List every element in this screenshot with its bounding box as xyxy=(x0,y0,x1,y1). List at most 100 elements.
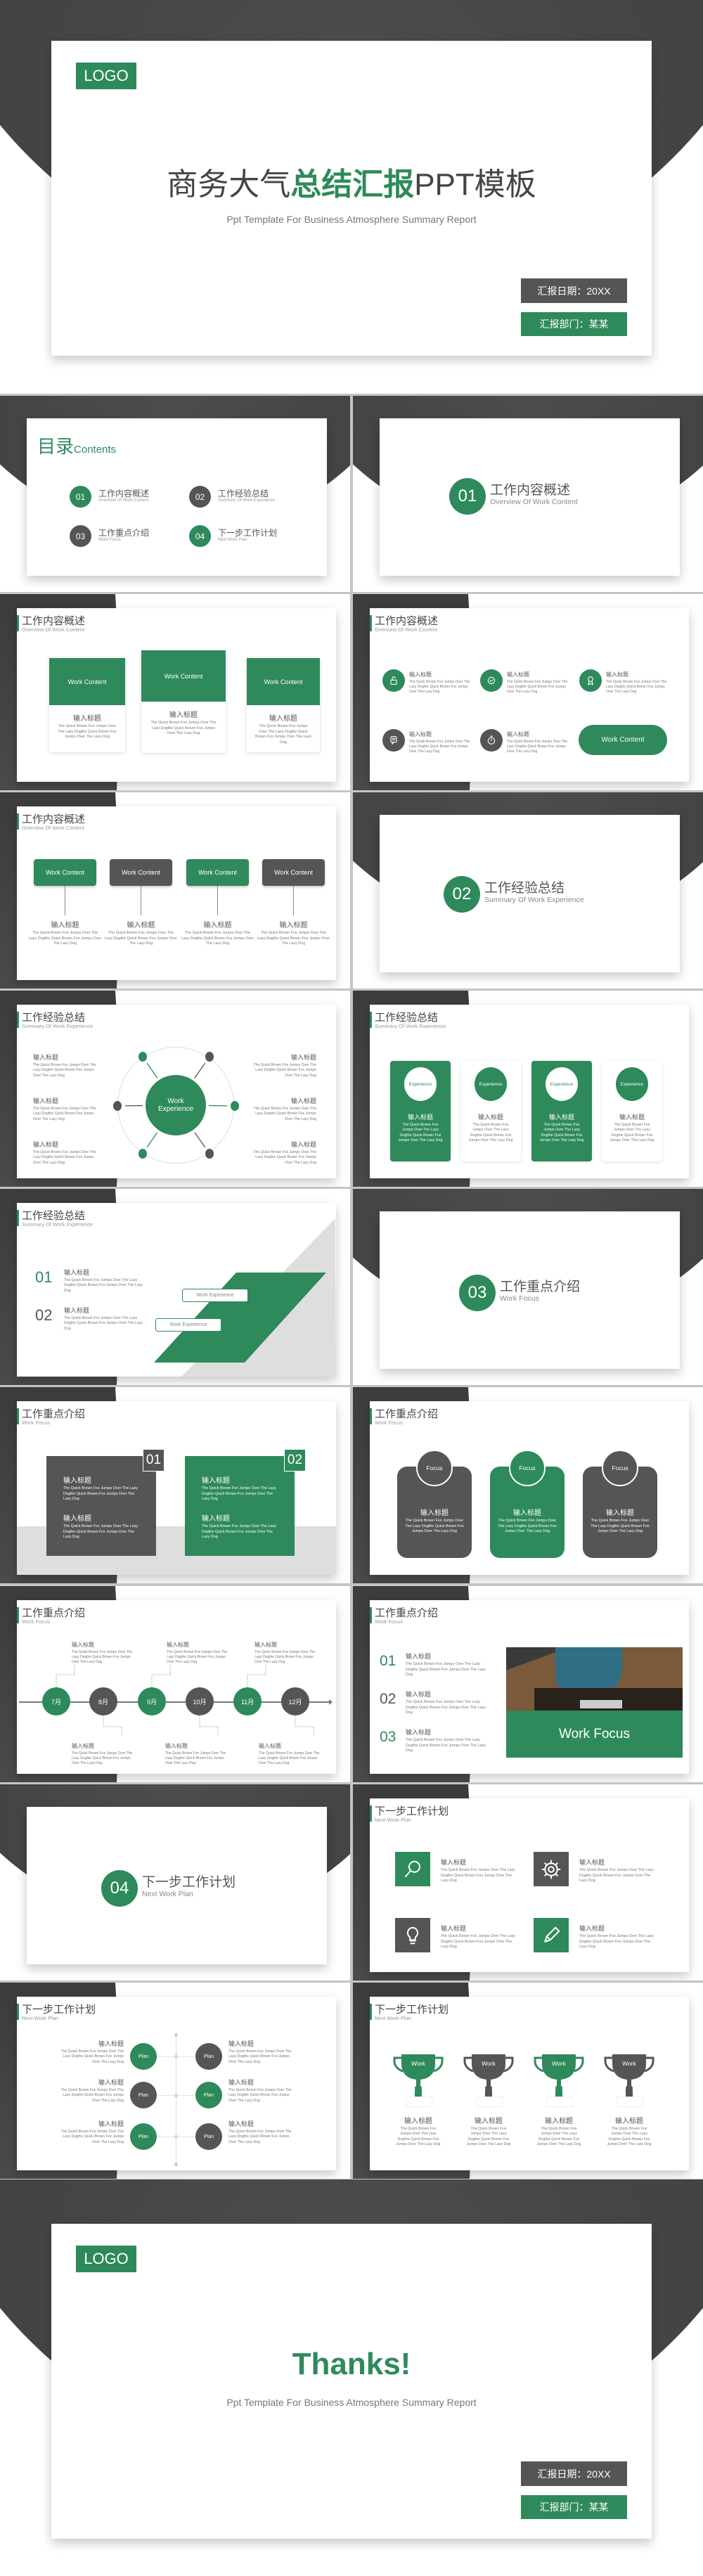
focus-box xyxy=(185,1456,295,1556)
contents-title-en: Contents xyxy=(74,444,117,456)
slide-section-03[interactable]: 03 工作重点介绍 Work Focus xyxy=(353,1189,703,1385)
work-content-box: Work Content xyxy=(262,859,325,886)
slide-card xyxy=(370,608,689,782)
orbit-dot xyxy=(205,1149,214,1159)
block-body: The Quick Brown Fox Jumps Over The Lazy … xyxy=(406,1662,486,1677)
toc-item-1[interactable]: 01 工作内容概述 Overview Of Work Content xyxy=(70,486,189,508)
thanks-slide[interactable]: LOGO Thanks! Ppt Template For Business A… xyxy=(0,2179,703,2576)
toc-item-3[interactable]: 03 工作重点介绍 Work Focus xyxy=(70,525,189,548)
slide-subtitle: Work Focus xyxy=(22,1419,50,1426)
block-body: The Quick Brown Fox Jumps Over The Lazy … xyxy=(468,1123,513,1143)
slide-focus-timeline[interactable]: 工作重点介绍 Work Focus 7月 8月 9月 10月 11月 12月 输入标题 The Q… xyxy=(0,1586,350,1782)
month-node: 7月 xyxy=(42,1687,70,1715)
block-heading: 输入标题 xyxy=(51,922,79,929)
block-body: The Quick Brown Fox Jumps Over The Lazy … xyxy=(58,724,117,740)
slide-plan-trophies[interactable]: 下一步工作计划 Next Work Plan Work 输入标题 The Quick B… xyxy=(353,1983,703,2179)
block-heading: 输入标题 xyxy=(165,1743,188,1749)
slide-contents[interactable]: 目录Contents 01 工作内容概述 Overview Of Work Conte… xyxy=(0,396,350,592)
slide-plan-circles[interactable]: 下一步工作计划 Next Work Plan Plan Plan 输入标题 The Qui… xyxy=(0,1983,350,2179)
block-heading: 输入标题 xyxy=(33,1141,59,1148)
experience-card: Experience 输入标题 The Quick Brown Fox Jumps … xyxy=(460,1061,521,1161)
cover-title-part2: 总结汇报 xyxy=(290,167,415,202)
slide-work-content-icons[interactable]: 工作内容概述 Overview Of Work Content 输入标题 The Qu… xyxy=(353,594,703,790)
block-heading: 输入标题 xyxy=(72,1743,94,1749)
block-body: The Quick Brown Fox Jumps Over The Lazy … xyxy=(202,1486,276,1502)
title-accent-bar xyxy=(370,1408,372,1424)
block-body: The Quick Brown Fox Jumps Over The Lazy … xyxy=(228,2049,292,2064)
slide-section-01[interactable]: 01 工作内容概述 Overview Of Work Content xyxy=(353,396,703,592)
photo-caption: Work Focus xyxy=(506,1711,683,1758)
experience-card: Experience 输入标题 The Quick Brown Fox Jumps … xyxy=(602,1061,662,1161)
slide-title: 下一步工作计划 xyxy=(375,1805,449,1817)
text-block: 输入标题 The Quick Brown Fox Jumps Over The L… xyxy=(406,1651,486,1678)
slide-section-04[interactable]: 04 下一步工作计划 Next Work Plan xyxy=(0,1784,350,1981)
text-block: 输入标题 The Quick Brown Fox Jumps Over The L… xyxy=(403,1507,466,1535)
block-heading: 输入标题 xyxy=(477,1114,503,1121)
work-experience-center: Work Experience xyxy=(146,1075,206,1135)
text-block: 输入标题 The Quick Brown Fox Jumps Over The L… xyxy=(60,2039,124,2065)
experience-badge: Experience xyxy=(404,1067,437,1101)
block-body: The Quick Brown Fox Jumps Over The Lazy … xyxy=(63,1486,138,1502)
section-number-badge: 02 xyxy=(444,876,480,913)
text-block: 输入标题 The Quick Brown Fox Jumps Over The L… xyxy=(467,1112,514,1144)
report-dept: 汇报部门：某某 xyxy=(521,2495,627,2519)
orbit-dot xyxy=(138,1149,147,1159)
experience-card: Experience 输入标题 The Quick Brown Fox Jumps … xyxy=(390,1061,451,1161)
slide-focus-photo[interactable]: 工作重点介绍 Work Focus 01 输入标题 The Quick Brown Fo… xyxy=(353,1586,703,1782)
block-heading: 输入标题 xyxy=(409,671,432,678)
work-content-button[interactable]: Work Content xyxy=(579,725,667,755)
slide-title: 工作内容概述 xyxy=(22,615,86,627)
toc-number: 03 xyxy=(70,525,91,547)
toc-item-2[interactable]: 02 工作经验总结 Summary Of Work Experience xyxy=(189,486,309,508)
slide-experience-cards[interactable]: 工作经验总结 Summary Of Work Experience Experien… xyxy=(353,991,703,1187)
focus-box xyxy=(46,1456,156,1556)
block-body: The Quick Brown Fox Jumps Over The Lazy … xyxy=(64,1316,143,1331)
search-icon xyxy=(395,1852,430,1886)
toc-item-4[interactable]: 04 下一步工作计划 Next Work Plan xyxy=(189,525,309,548)
text-block: 输入标题 The Quick Brown Fox Jumps Over The L… xyxy=(441,1924,518,1950)
toc-subtitle: Work Focus xyxy=(98,538,121,542)
text-block: 输入标题 The Quick Brown Fox Jumps Over The L… xyxy=(58,712,117,740)
block-heading: 输入标题 xyxy=(290,1097,316,1105)
text-block: 输入标题 The Quick Brown Fox Jumps Over The L… xyxy=(254,1641,318,1665)
slide-focus-bubbles[interactable]: 工作重点介绍 Work Focus Focus 输入标题 The Quick Brown… xyxy=(353,1387,703,1583)
block-heading: 输入标题 xyxy=(228,2040,254,2047)
block-heading: 输入标题 xyxy=(507,671,529,678)
slide-experience-parallelogram[interactable]: 工作经验总结 Summary Of Work Experience Work Exp… xyxy=(0,1189,350,1385)
slide-title: 工作重点介绍 xyxy=(22,1408,86,1420)
block-heading: 输入标题 xyxy=(167,1642,189,1648)
text-block: 输入标题 The Quick Brown Fox Jumps Over The L… xyxy=(72,1641,135,1665)
slide-section-02[interactable]: 02 工作经验总结 Summary Of Work Experience xyxy=(353,792,703,988)
month-node: 8月 xyxy=(89,1687,117,1715)
award-icon xyxy=(579,669,602,692)
text-block: 输入标题 The Quick Brown Fox Jumps Over The L… xyxy=(579,1924,657,1950)
text-block: 输入标题 The Quick Brown Fox Jumps Over The L… xyxy=(441,1857,518,1884)
block-body: The Quick Brown Fox Jumps Over The Lazy … xyxy=(406,1700,486,1715)
block-body: The Quick Brown Fox Jumps Over The Lazy … xyxy=(254,1650,316,1664)
text-block: 输入标题 The Quick Brown Fox Jumps Over The L… xyxy=(588,1507,652,1535)
slide-work-content-cards[interactable]: 工作内容概述 Overview Of Work Content Work Conte… xyxy=(0,594,350,790)
cover-slide[interactable]: LOGO 商务大气总结汇报PPT模板 Ppt Template For Busi… xyxy=(0,0,703,394)
text-block: 输入标题 The Quick Brown Fox Jumps Over The L… xyxy=(538,1112,585,1144)
work-photo xyxy=(506,1647,683,1711)
slide-focus-boxes[interactable]: 工作重点介绍 Work Focus 01 输入标题 The Quick Brown Fo… xyxy=(0,1387,350,1583)
text-block: 输入标题 The Quick Brown Fox Jumps Over The L… xyxy=(165,1742,228,1766)
block-body: The Quick Brown Fox Jumps Over The Lazy … xyxy=(498,1519,557,1534)
experience-badge: Experience xyxy=(546,1067,578,1101)
block-body: The Quick Brown Fox Jumps Over The Lazy … xyxy=(104,931,178,946)
text-block: 输入标题 The Quick Brown Fox Jumps Over The L… xyxy=(202,1512,280,1540)
toc-title: 下一步工作计划 xyxy=(218,528,278,538)
text-block: 输入标题 The Quick Brown Fox Jumps Over The L… xyxy=(409,671,472,695)
block-heading: 输入标题 xyxy=(606,671,628,678)
slide-experience-diagram[interactable]: 工作经验总结 Summary Of Work Experience Work Exp… xyxy=(0,991,350,1187)
slide-title: 工作经验总结 xyxy=(22,1210,86,1222)
title-accent-bar xyxy=(17,1210,19,1226)
block-heading: 输入标题 xyxy=(407,1114,433,1121)
block-body: The Quick Brown Fox Jumps Over The Lazy … xyxy=(607,2127,652,2147)
block-body: The Quick Brown Fox Jumps Over The Lazy … xyxy=(579,1868,654,1883)
text-block: 输入标题 The Quick Brown Fox Jumps Over The L… xyxy=(228,2039,292,2065)
slide-work-content-steps[interactable]: 工作内容概述 Overview Of Work Content Work Conte… xyxy=(0,792,350,988)
item-number: 01 xyxy=(35,1268,53,1286)
block-body: The Quick Brown Fox Jumps Over The Lazy … xyxy=(398,1123,443,1143)
slide-plan-icons[interactable]: 下一步工作计划 Next Work Plan 输入标题 The Quick Brown… xyxy=(353,1784,703,1981)
